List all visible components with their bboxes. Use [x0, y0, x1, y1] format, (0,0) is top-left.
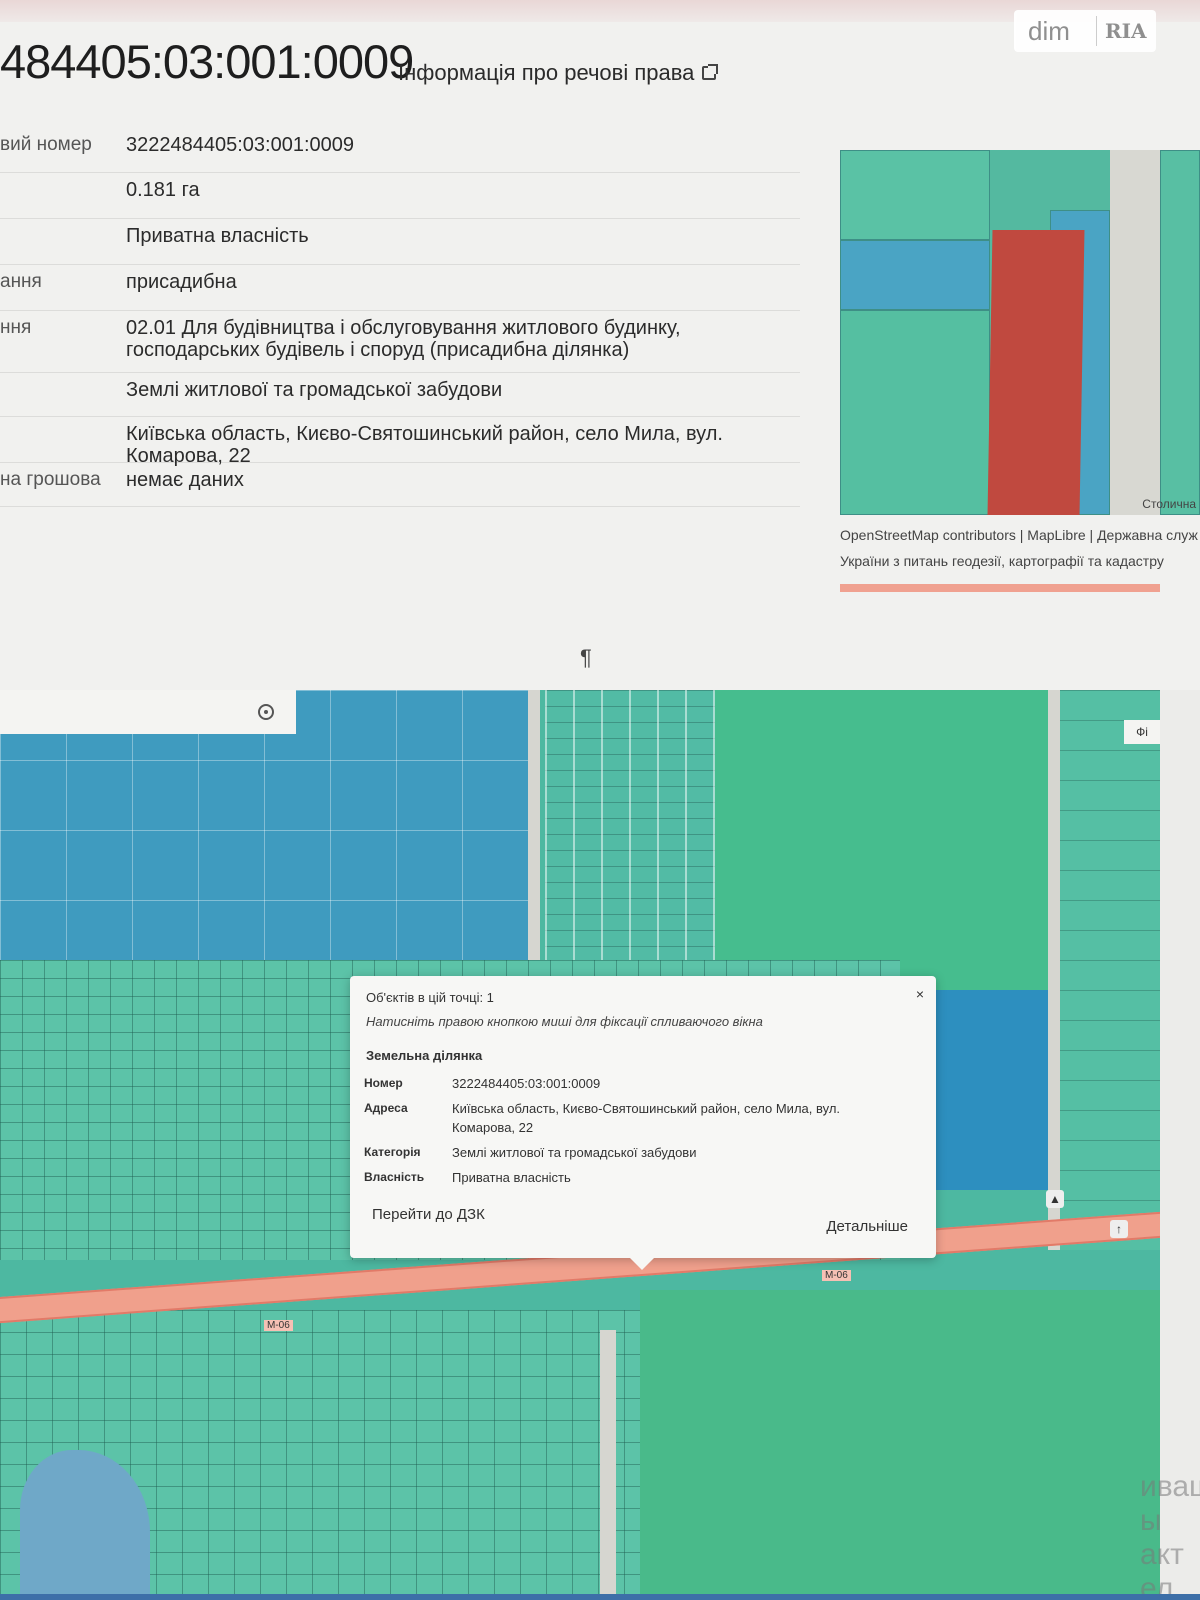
page-title: 484405:03:001:0009	[0, 35, 414, 88]
map-parcel	[1160, 150, 1200, 515]
info-value: 3222484405:03:001:0009	[126, 134, 355, 156]
selected-parcel[interactable]	[987, 230, 1085, 515]
close-icon[interactable]: ×	[916, 986, 924, 1002]
property-rights-link[interactable]: Інформація про речові права	[398, 60, 719, 86]
info-label	[0, 219, 126, 264]
info-row: ння 02.01 Для будівництва і обслуговуван…	[0, 311, 800, 373]
watermark-dim: dim	[1028, 15, 1070, 46]
map-green-zone	[715, 690, 1055, 990]
map-parcel	[840, 150, 990, 240]
info-row: ання присадибна	[0, 265, 800, 311]
road-label: М-06	[264, 1320, 293, 1331]
map-road	[1048, 690, 1060, 1250]
parcel-popup: × Об'єктів в цій точці: 1 Натисніть прав…	[350, 976, 936, 1270]
info-row: Землі житлової та громадської забудови	[0, 373, 800, 417]
info-value: Київська область, Києво-Святошинський ра…	[126, 423, 723, 467]
popup-field-row: Адреса Київська область, Києво-Святошинс…	[364, 1099, 884, 1137]
popup-field-row: Власність Приватна власність	[364, 1168, 884, 1187]
popup-field-row: Номер 3222484405:03:001:0009	[364, 1074, 884, 1093]
offscreen-line: ы акт	[1140, 1504, 1184, 1571]
details-link[interactable]: Детальніше	[826, 1218, 908, 1235]
map-plots-zone	[1060, 690, 1160, 1250]
info-row: 0.181 га	[0, 173, 800, 219]
info-row: Приватна власність	[0, 219, 800, 265]
info-value: Приватна власність	[126, 225, 309, 247]
layers-button[interactable]: Фі	[1124, 720, 1160, 744]
road-label: М-06	[822, 1270, 851, 1281]
offscreen-text: иваш ы акт ел "П	[1140, 1470, 1200, 1600]
info-label	[0, 173, 126, 218]
info-value: присадибна	[126, 271, 237, 293]
popup-field-value: 3222484405:03:001:0009	[452, 1076, 601, 1091]
popup-field-key: Власність	[364, 1170, 425, 1184]
external-link-icon	[702, 64, 719, 80]
popup-section-title: Земельна ділянка	[366, 1048, 483, 1063]
map-side-panel	[1160, 690, 1200, 1600]
popup-field-key: Номер	[364, 1076, 403, 1090]
popup-field-value: Приватна власність	[452, 1170, 571, 1185]
info-row: на грошова немає даних	[0, 463, 800, 507]
attribution-line[interactable]: OpenStreetMap contributors | MapLibre | …	[840, 522, 1200, 548]
map-road	[528, 690, 540, 960]
attribution-line[interactable]: України з питань геодезії, картографії т…	[840, 548, 1200, 574]
map-parcel	[840, 240, 990, 310]
info-value: 02.01 Для будівництва і обслуговування ж…	[126, 317, 681, 361]
popup-field-value: Київська область, Києво-Святошинський ра…	[452, 1101, 841, 1135]
parcel-mini-map[interactable]: Столична	[840, 150, 1200, 515]
taskbar-strip	[0, 1594, 1200, 1600]
map-field-zone	[640, 1290, 1160, 1600]
info-row: Київська область, Києво-Святошинський ра…	[0, 417, 800, 467]
popup-field-value: Землі житлової та громадської забудови	[452, 1145, 697, 1160]
info-label	[0, 373, 126, 416]
objects-count: Об'єктів в цій точці: 1	[366, 990, 494, 1005]
map-marker-icon[interactable]: ▲	[1046, 1190, 1064, 1208]
info-label: на грошова	[0, 469, 101, 490]
popup-fields: Номер 3222484405:03:001:0009 Адреса Київ…	[364, 1074, 884, 1193]
map-road-strip	[840, 584, 1160, 592]
info-value: 0.181 га	[126, 179, 200, 201]
watermark-logo: dim RIA	[1014, 10, 1156, 52]
map-parcel	[840, 310, 990, 515]
info-label: вий номер	[0, 134, 92, 155]
map-road	[600, 1330, 616, 1600]
map-plots-zone	[545, 690, 715, 960]
pilcrow-mark: ¶	[580, 645, 592, 670]
info-value: немає даних	[126, 469, 244, 491]
info-value: Землі житлової та громадської забудови	[126, 379, 503, 401]
property-rights-label: Інформація про речові права	[398, 60, 695, 85]
info-label: ння	[0, 317, 32, 338]
info-label: ання	[0, 271, 42, 292]
info-row: вий номер 3222484405:03:001:0009	[0, 128, 800, 173]
watermark-ria: RIA	[1105, 19, 1147, 43]
popup-field-key: Адреса	[364, 1101, 408, 1115]
parcel-info-table: вий номер 3222484405:03:001:0009 0.181 г…	[0, 128, 800, 507]
locate-icon[interactable]	[258, 704, 274, 720]
popup-field-row: Категорія Землі житлової та громадської …	[364, 1143, 884, 1162]
map-road-label: Столична	[1142, 497, 1196, 511]
map-marker-icon[interactable]: ↑	[1110, 1220, 1128, 1238]
info-label	[0, 417, 126, 462]
map-search-input[interactable]	[0, 690, 240, 734]
popup-field-key: Категорія	[364, 1145, 421, 1159]
popup-hint: Натисніть правою кнопкою миші для фіксац…	[366, 1014, 763, 1029]
map-attribution: OpenStreetMap contributors | MapLibre | …	[840, 522, 1200, 574]
offscreen-line: иваш	[1140, 1470, 1200, 1503]
map-search-bar	[0, 690, 296, 734]
go-to-dzk-link[interactable]: Перейти до ДЗК	[372, 1206, 485, 1223]
